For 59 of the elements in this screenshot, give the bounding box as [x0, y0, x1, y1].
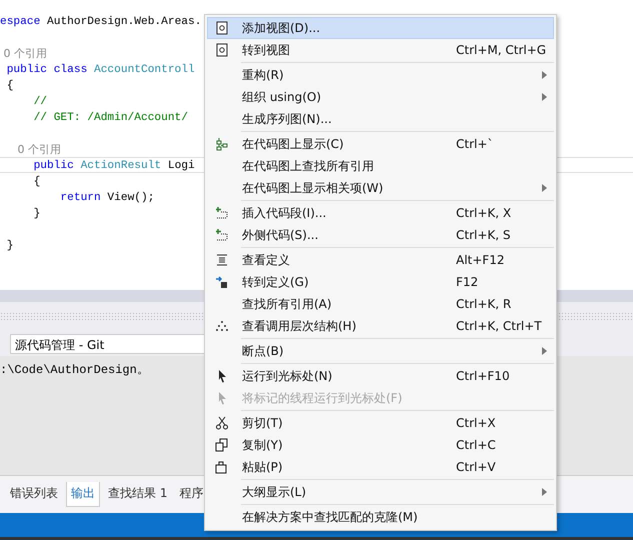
code-text: public — [32, 160, 74, 172]
reference-count: 0 个引用 — [2, 47, 47, 60]
menu-item[interactable]: 在代码图上查找所有引用 — [207, 155, 554, 177]
submenu-arrow-icon — [542, 184, 547, 192]
snippet-icon — [215, 206, 229, 220]
dots-icon — [215, 319, 229, 333]
code-text: AuthorDesign.Web.Areas. — [46, 16, 202, 28]
menu-item[interactable]: 在代码图上显示(C) Ctrl+` — [207, 133, 554, 155]
menu-item[interactable]: 转到视图 Ctrl+M, Ctrl+G — [207, 39, 554, 61]
menu-item[interactable]: 转到定义(G) F12 — [207, 271, 554, 293]
menu-item[interactable]: 查看定义 Alt+F12 — [207, 249, 554, 271]
menu-item[interactable]: 插入代码段(I)... Ctrl+K, X — [207, 202, 554, 224]
code-text: } — [6, 240, 14, 252]
code-text: // — [32, 96, 47, 108]
menu-item[interactable]: 断点(B) — [207, 340, 554, 362]
arrow-icon — [215, 275, 229, 289]
clipboard-icon — [215, 460, 229, 474]
menu-item[interactable]: 查看调用层次结构(H) Ctrl+K, Ctrl+T — [207, 315, 554, 337]
menu-item[interactable]: 查找所有引用(A) Ctrl+K, R — [207, 293, 554, 315]
view-icon — [215, 21, 229, 35]
diagram-icon — [215, 137, 229, 151]
menu-item[interactable]: 在解决方案中查找匹配的克隆(M) — [207, 506, 554, 528]
code-text: { — [6, 80, 14, 92]
view-icon — [215, 43, 229, 57]
copy-icon — [215, 438, 229, 452]
menu-item[interactable]: 重构(R) — [207, 64, 554, 86]
scissors-icon — [215, 416, 229, 430]
submenu-arrow-icon — [542, 93, 547, 101]
reference-count: 0 个引用 — [16, 143, 61, 156]
menu-item[interactable]: 外侧代码(S)... Ctrl+K, S — [207, 224, 554, 246]
panel-tab[interactable]: 输出 — [66, 482, 100, 507]
code-text: public class — [6, 64, 88, 76]
menu-item[interactable]: 运行到光标处(N) Ctrl+F10 — [207, 365, 554, 387]
code-text: AccountControll — [92, 64, 195, 76]
menu-item[interactable]: 粘贴(P) Ctrl+V — [207, 456, 554, 478]
panel-tab[interactable]: 查找结果 1 — [104, 482, 172, 506]
panel-tab[interactable]: 错误列表 — [6, 482, 62, 506]
code-text: return — [59, 192, 101, 204]
menu-item[interactable]: 组织 using(O) — [207, 86, 554, 108]
menu-item[interactable]: 生成序列图(N)... — [207, 108, 554, 130]
snippet-icon — [215, 228, 229, 242]
menu-item[interactable]: 复制(Y) Ctrl+C — [207, 434, 554, 456]
menu-item[interactable]: 大纲显示(L) — [207, 481, 554, 503]
document-icon — [215, 253, 229, 267]
submenu-arrow-icon — [542, 71, 547, 79]
code-text: Logi — [166, 160, 195, 172]
submenu-arrow-icon — [542, 488, 547, 496]
code-text: espace — [0, 16, 40, 28]
menu-item[interactable]: 剪切(T) Ctrl+X — [207, 412, 554, 434]
menu-item[interactable]: 添加视图(D)... — [207, 17, 554, 39]
submenu-arrow-icon — [542, 347, 547, 355]
code-text: { — [32, 176, 40, 188]
panel-tab[interactable]: 程序 — [175, 482, 208, 506]
code-text: ActionResult — [80, 160, 162, 172]
output-text: :\Code\AuthorDesign。 — [0, 363, 149, 377]
code-text: View(); — [106, 192, 154, 204]
menu-item[interactable]: 在代码图上显示相关项(W) — [207, 177, 554, 199]
code-text: // GET: /Admin/Account/ — [32, 112, 188, 124]
code-text: } — [32, 208, 40, 220]
